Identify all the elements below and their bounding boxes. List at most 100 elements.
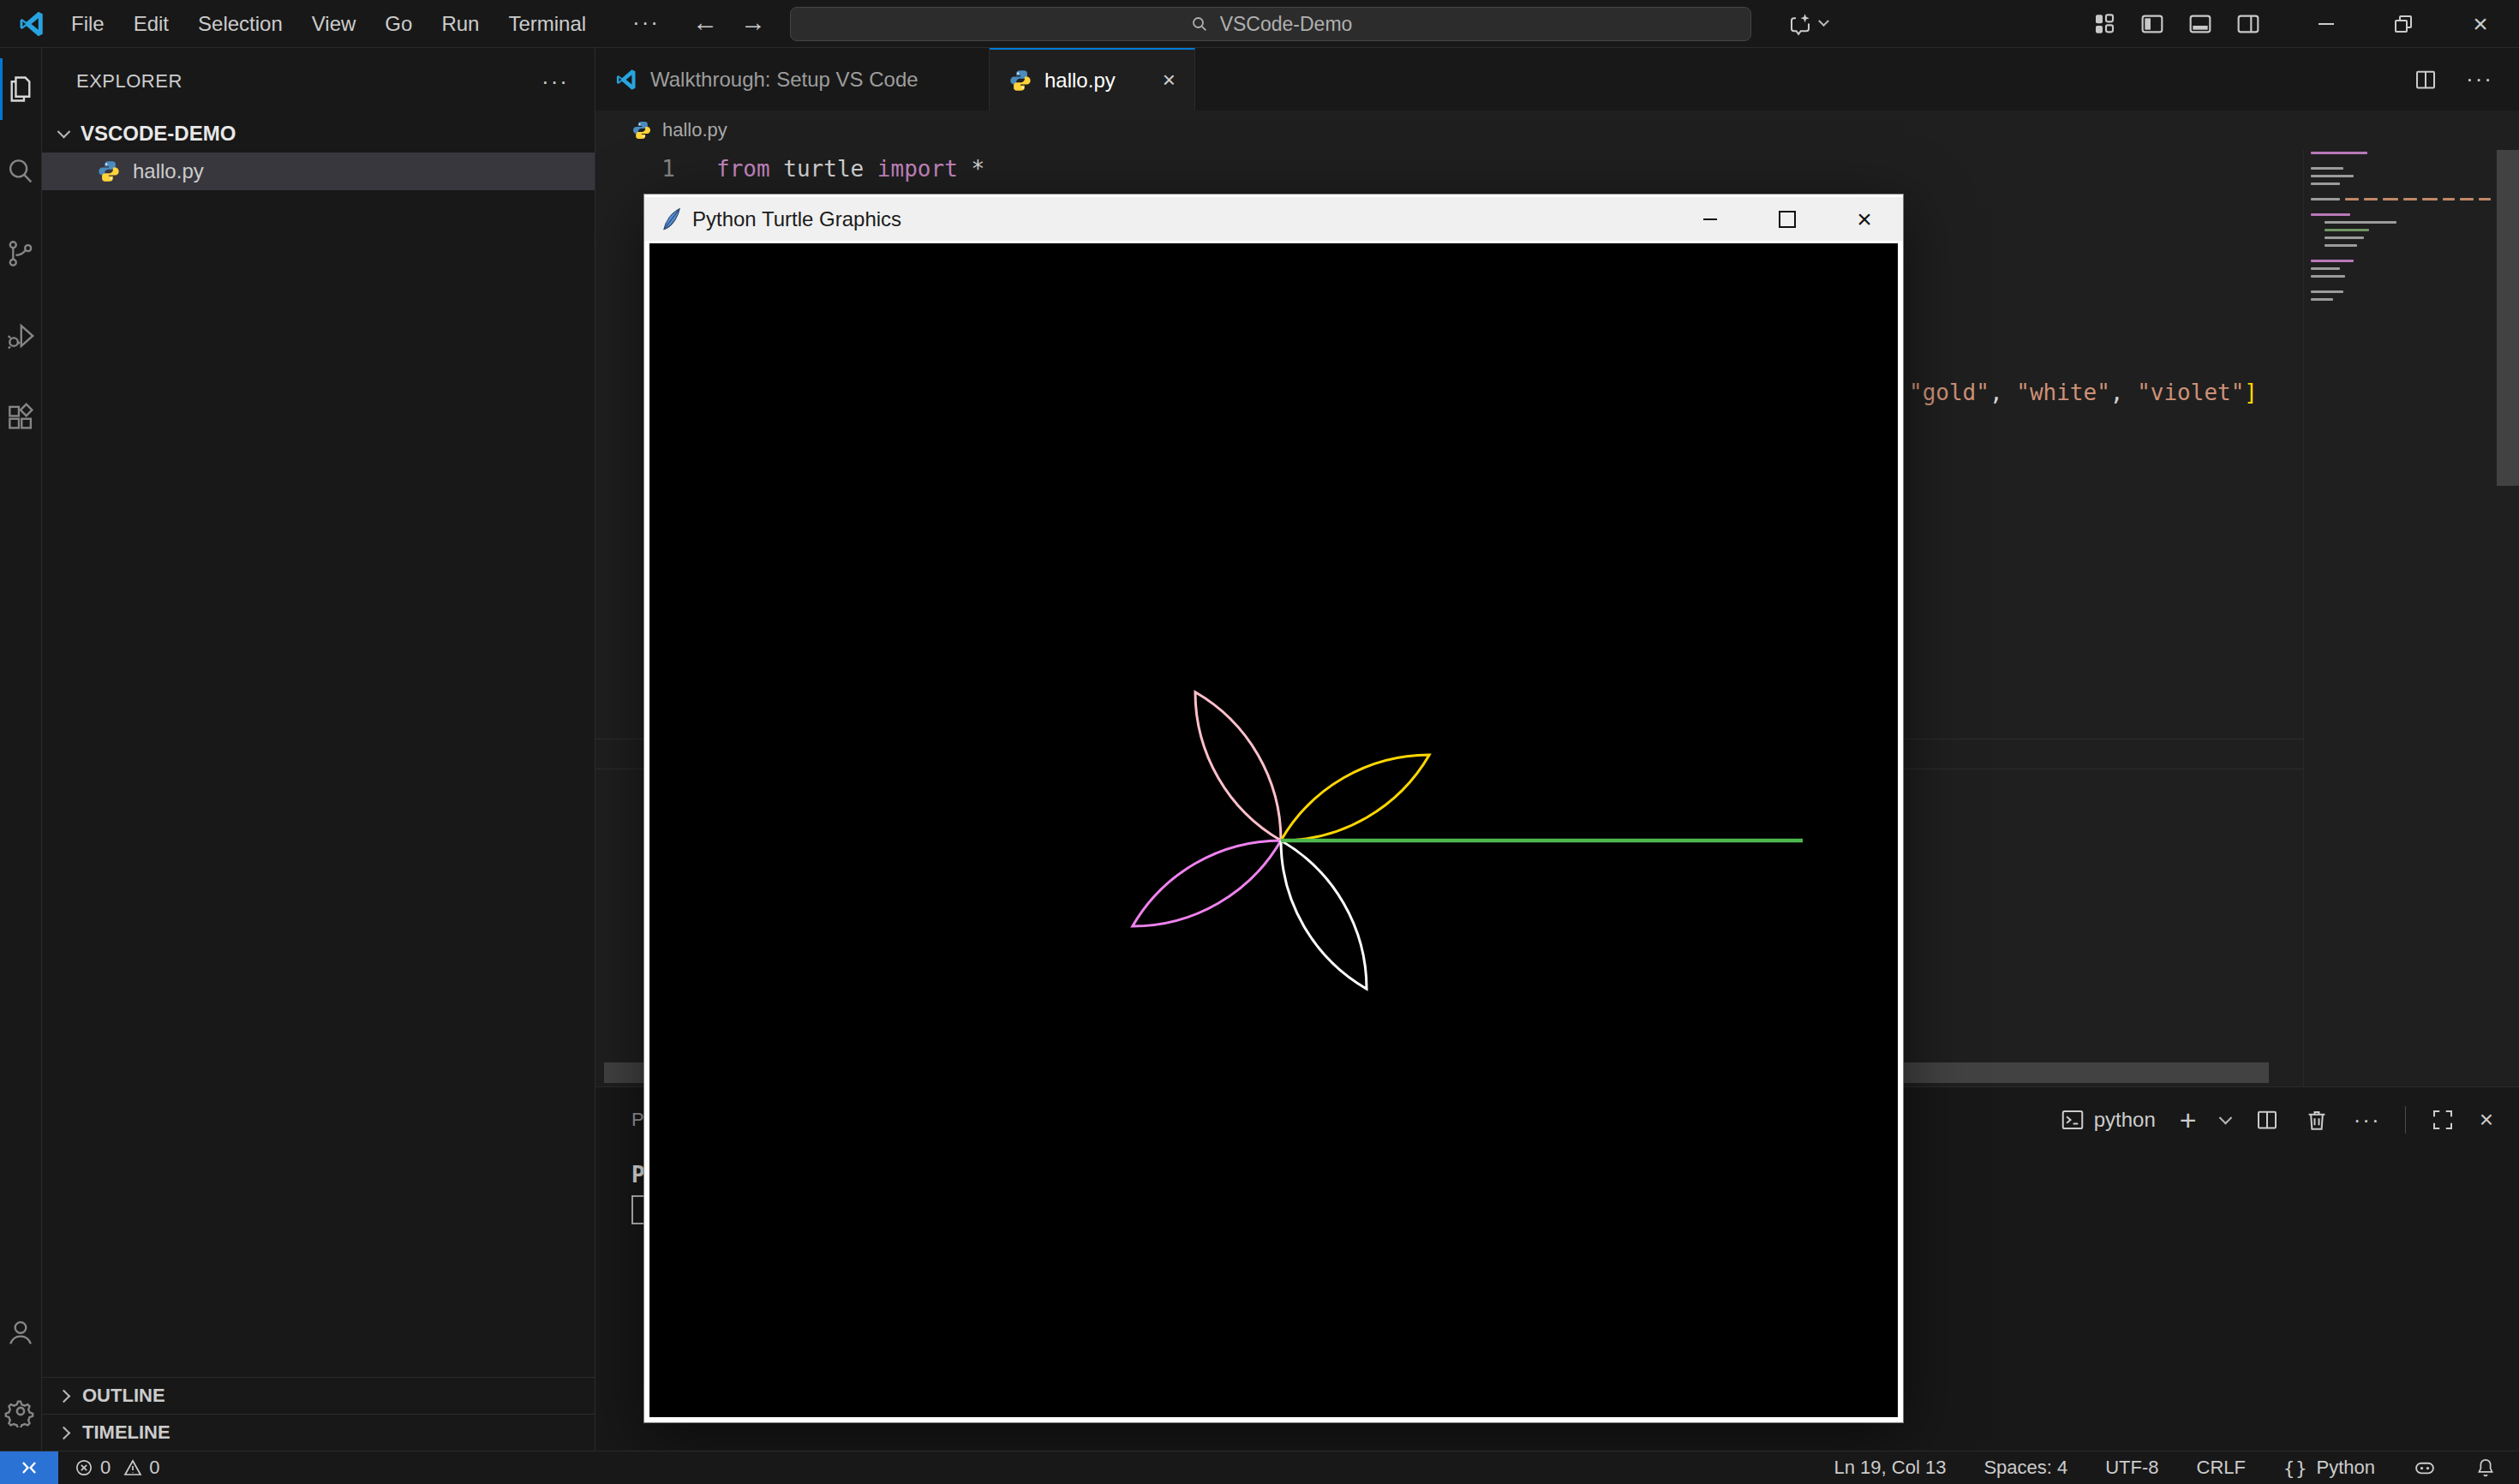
nav-forward-icon[interactable]: → (740, 0, 766, 45)
trash-icon[interactable] (2304, 1107, 2330, 1133)
status-item-2[interactable]: UTF-8 (2105, 1457, 2158, 1479)
toggle-secondary-sidebar-icon[interactable] (2235, 10, 2262, 38)
gear-icon (4, 1395, 37, 1427)
toggle-sidebar-icon[interactable] (2139, 10, 2166, 38)
sidebar-title: EXPLORER (76, 70, 182, 93)
search-icon (4, 155, 37, 188)
scrollbar-thumb[interactable] (2497, 150, 2519, 486)
tab-walkthrough[interactable]: Walkthrough: Setup VS Code (595, 48, 990, 111)
file-label: hallo.py (133, 159, 204, 183)
run-debug-icon (4, 320, 37, 352)
split-editor-icon[interactable] (2413, 67, 2438, 93)
remote-icon (18, 1457, 40, 1479)
status-item-1[interactable]: Spaces: 4 (1983, 1457, 2067, 1479)
menubar: FileEditSelectionViewGoRunTerminal (57, 0, 601, 47)
files-icon (4, 73, 37, 105)
tab-hallo-py[interactable]: hallo.py × (990, 48, 1195, 111)
terminal-instance[interactable]: python (2060, 1107, 2156, 1133)
vertical-scrollbar[interactable] (2497, 150, 2519, 1086)
menu-terminal[interactable]: Terminal (494, 12, 601, 36)
chevron-down-icon[interactable] (2218, 1110, 2232, 1124)
outline-section[interactable]: OUTLINE (42, 1377, 595, 1414)
language-mode[interactable]: {} Python (2283, 1457, 2375, 1479)
terminal-label: python (2094, 1108, 2156, 1132)
status-item-3[interactable]: CRLF (2197, 1457, 2246, 1479)
activity-run-debug[interactable] (0, 295, 41, 377)
timeline-section[interactable]: TIMELINE (42, 1414, 595, 1451)
outline-label: OUTLINE (82, 1385, 165, 1407)
error-count: 0 (100, 1457, 111, 1479)
menu-go[interactable]: Go (370, 12, 427, 36)
close-button[interactable]: × (2442, 0, 2519, 47)
new-terminal-icon[interactable]: + (2180, 1104, 2197, 1137)
minimize-button[interactable] (2288, 0, 2365, 47)
minimap[interactable] (2303, 150, 2497, 1086)
maximize-button[interactable] (1749, 197, 1826, 241)
warning-count: 0 (149, 1457, 159, 1479)
sidebar-header: EXPLORER ··· (42, 48, 595, 115)
chevron-down-icon (1818, 15, 1829, 27)
bell-icon[interactable] (2474, 1457, 2497, 1479)
editor-more-icon[interactable]: ··· (2466, 66, 2493, 93)
sidebar-more-icon[interactable]: ··· (541, 69, 569, 95)
source-control-icon (4, 237, 37, 270)
terminal-icon (2060, 1107, 2085, 1133)
menu-run[interactable]: Run (427, 12, 494, 36)
turtle-window-controls: × (1672, 197, 1903, 241)
warning-icon (123, 1457, 143, 1478)
chevron-right-icon (57, 1389, 71, 1403)
nav-back-icon[interactable]: ← (692, 0, 718, 45)
customize-layout-icon[interactable] (2091, 10, 2118, 38)
turtle-graphics-window[interactable]: Python Turtle Graphics × (643, 194, 1904, 1423)
turtle-window-titlebar[interactable]: Python Turtle Graphics × (644, 197, 1903, 241)
split-terminal-icon[interactable] (2254, 1107, 2280, 1133)
tab-close-icon[interactable]: × (1163, 67, 1176, 93)
chevron-down-icon (57, 124, 71, 138)
breadcrumb-item[interactable]: hallo.py (662, 119, 727, 141)
menu-overflow-icon[interactable]: ··· (622, 0, 670, 45)
error-icon (74, 1457, 94, 1478)
toggle-panel-icon[interactable] (2187, 10, 2214, 38)
menu-edit[interactable]: Edit (119, 12, 183, 36)
remote-indicator[interactable] (0, 1451, 58, 1484)
chevron-right-icon (57, 1426, 71, 1439)
menu-view[interactable]: View (297, 12, 371, 36)
breadcrumb[interactable]: hallo.py (595, 111, 2519, 150)
search-icon (1189, 14, 1210, 34)
separator (2405, 1106, 2406, 1134)
tab-bar: Walkthrough: Setup VS Code hallo.py × ··… (595, 48, 2519, 111)
status-bar: 0 0 Ln 19, Col 13 Spaces: 4 UTF-8 CRLF {} P… (0, 1451, 2519, 1484)
activity-search[interactable] (0, 130, 41, 212)
python-file-icon (97, 159, 121, 183)
activity-source-control[interactable] (0, 212, 41, 295)
tk-feather-icon (658, 207, 682, 231)
python-file-icon (1008, 69, 1032, 93)
vscode-file-icon (614, 68, 638, 92)
close-panel-icon[interactable]: × (2480, 1106, 2493, 1134)
copilot-button[interactable] (1787, 0, 1828, 47)
language-label: Python (2317, 1457, 2376, 1479)
statusbar-right: Ln 19, Col 13 Spaces: 4 UTF-8 CRLF {} Pytho… (1834, 1456, 2519, 1480)
account-button[interactable] (0, 1293, 41, 1372)
turtle-window-title: Python Turtle Graphics (692, 207, 901, 231)
activity-bar (0, 48, 42, 1451)
panel-more-icon[interactable]: ··· (2354, 1107, 2381, 1134)
menu-selection[interactable]: Selection (183, 12, 297, 36)
minimize-button[interactable] (1672, 197, 1749, 241)
file-row-hallo-py[interactable]: hallo.py (42, 153, 595, 190)
activity-explorer[interactable] (0, 48, 41, 130)
code-fragment: "gold", "white", "violet"] (1909, 375, 2258, 410)
titlebar: FileEditSelectionViewGoRunTerminal ··· ←… (0, 0, 2519, 48)
command-center-search[interactable]: VSCode-Demo (790, 7, 1751, 41)
folder-row-vscode-demo[interactable]: VSCODE-DEMO (42, 115, 595, 153)
activity-extensions[interactable] (0, 377, 41, 459)
maximize-panel-icon[interactable] (2430, 1107, 2456, 1133)
problems-status[interactable]: 0 0 (74, 1451, 160, 1484)
settings-button[interactable] (0, 1372, 41, 1451)
menu-file[interactable]: File (57, 12, 119, 36)
copilot-status-icon[interactable] (2413, 1456, 2437, 1480)
close-button[interactable]: × (1826, 197, 1903, 241)
extensions-icon (4, 402, 37, 434)
restore-button[interactable] (2365, 0, 2442, 47)
status-item-0[interactable]: Ln 19, Col 13 (1834, 1457, 1947, 1479)
